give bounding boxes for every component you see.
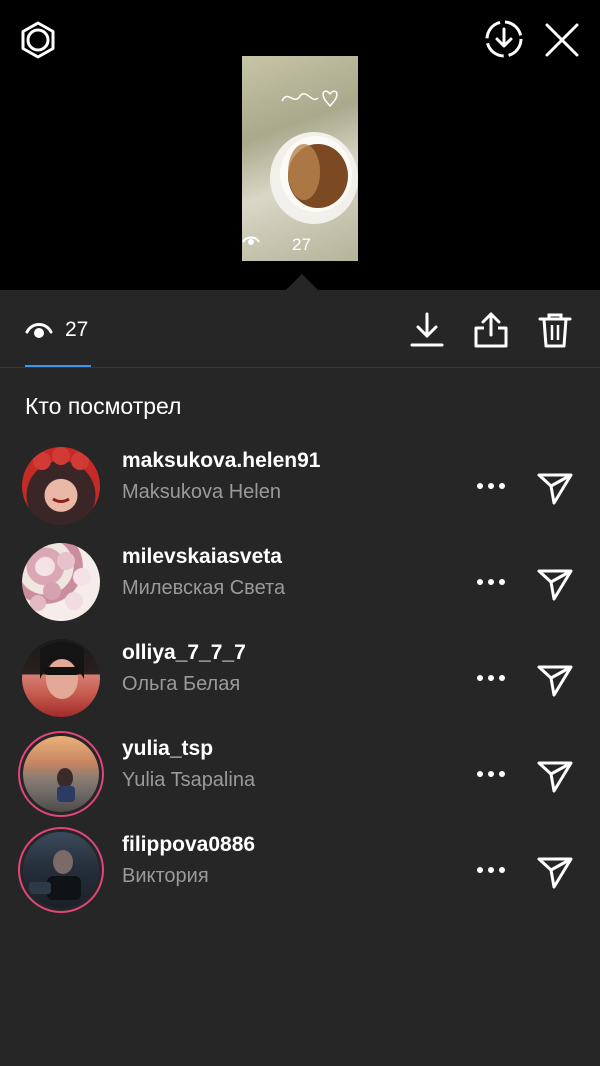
more-icon[interactable] [472, 563, 510, 601]
viewer-row[interactable]: yulia_tsp Yulia Tsapalina [0, 731, 600, 825]
trash-icon[interactable] [535, 310, 575, 350]
viewer-fullname: Maksukova Helen [122, 481, 281, 503]
more-icon[interactable] [472, 467, 510, 505]
send-icon[interactable] [535, 755, 575, 795]
eye-icon [242, 236, 260, 245]
thumbnail-view-count: 27 [242, 235, 358, 255]
preview-caret [286, 274, 318, 290]
viewer-row[interactable]: filippova0886 Виктория [0, 827, 600, 921]
eye-icon [25, 323, 53, 338]
viewer-row[interactable]: maksukova.helen91 Maksukova Helen [0, 447, 600, 537]
coffee-cup-image [270, 90, 358, 224]
more-icon[interactable] [472, 659, 510, 697]
settings-icon[interactable] [18, 20, 58, 60]
section-title: Кто посмотрел [25, 393, 182, 419]
viewer-username[interactable]: milevskaiasveta [122, 545, 282, 569]
close-icon[interactable] [542, 20, 582, 60]
viewer-fullname: Милевская Света [122, 577, 286, 599]
viewer-username[interactable]: olliya_7_7_7 [122, 641, 246, 665]
viewer-fullname: Yulia Tsapalina [122, 769, 256, 791]
avatar[interactable] [18, 731, 104, 817]
avatar[interactable] [22, 639, 100, 717]
viewer-row[interactable]: milevskaiasveta Милевская Света [0, 543, 600, 633]
avatar[interactable] [18, 827, 104, 913]
viewer-row[interactable]: olliya_7_7_7 Ольга Белая [0, 639, 600, 729]
viewer-username[interactable]: yulia_tsp [122, 737, 213, 761]
viewer-fullname: Ольга Белая [122, 673, 241, 695]
share-icon[interactable] [471, 310, 511, 350]
viewer-username[interactable]: maksukova.helen91 [122, 449, 320, 473]
tab-views[interactable]: 27 [25, 316, 88, 344]
avatar[interactable] [22, 447, 100, 525]
avatar[interactable] [22, 543, 100, 621]
viewer-fullname: Виктория [122, 865, 209, 887]
active-tab-indicator [25, 365, 91, 367]
story-thumbnail[interactable]: 27 [242, 56, 358, 261]
send-icon[interactable] [535, 851, 575, 891]
send-icon[interactable] [535, 563, 575, 603]
send-icon[interactable] [535, 467, 575, 507]
download-icon[interactable] [407, 310, 447, 350]
send-icon[interactable] [535, 659, 575, 699]
save-circle-icon[interactable] [483, 18, 525, 60]
more-icon[interactable] [472, 851, 510, 889]
more-icon[interactable] [472, 755, 510, 793]
viewer-username[interactable]: filippova0886 [122, 833, 255, 857]
views-count: 27 [65, 318, 89, 341]
